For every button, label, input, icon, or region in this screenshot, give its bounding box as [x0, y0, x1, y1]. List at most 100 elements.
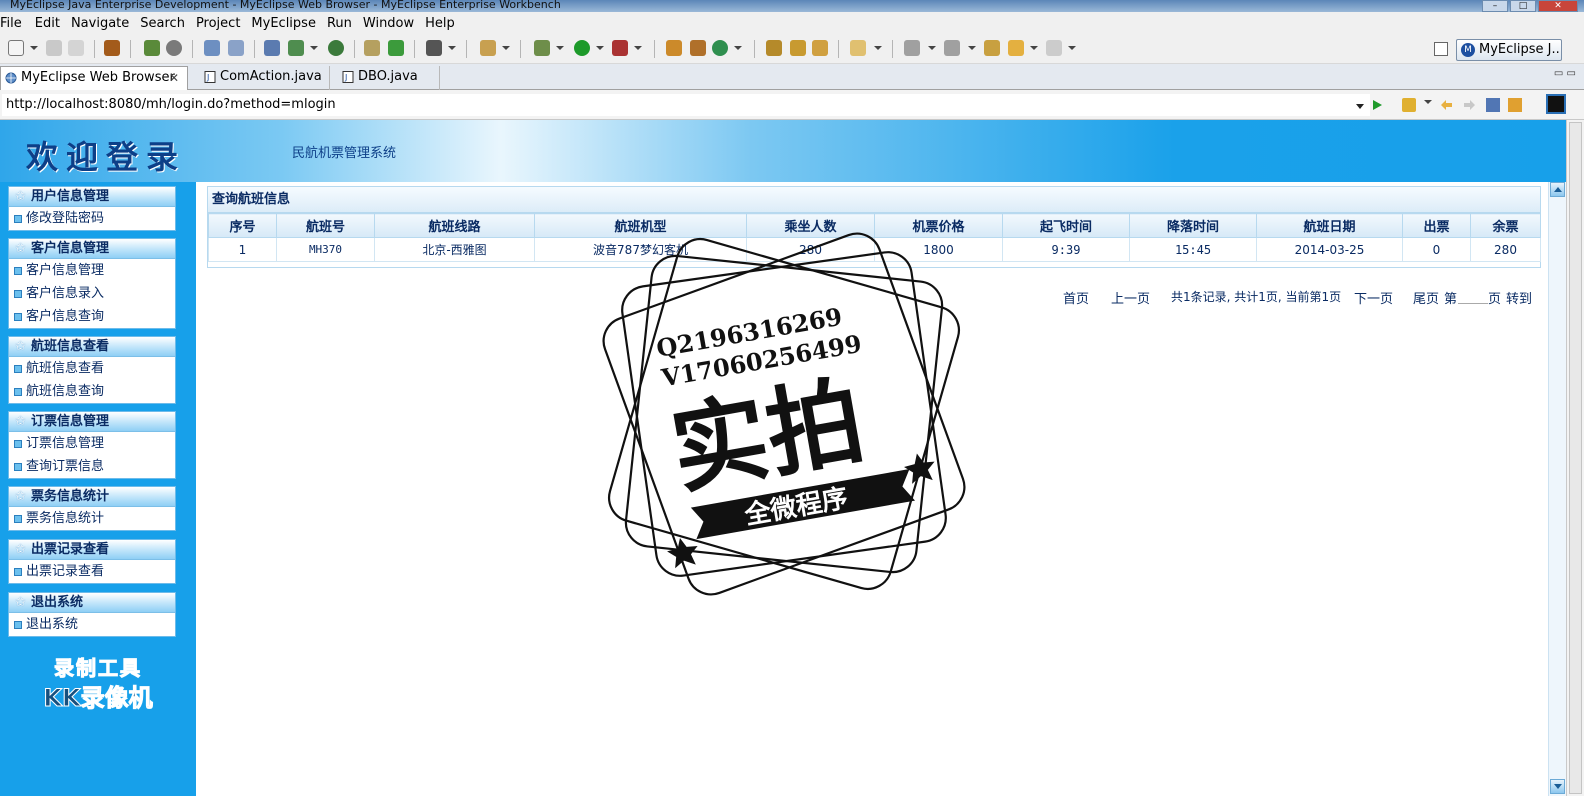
browser-stop-icon[interactable] [1486, 98, 1500, 112]
page-number-input[interactable] [1458, 286, 1488, 304]
menu-group-header[interactable]: ✩ 订票信息管理 [9, 412, 175, 432]
tab-comaction-java[interactable]: J ComAction.java [200, 66, 330, 90]
menu-help[interactable]: Help [421, 16, 462, 31]
close-button[interactable]: ✕ [1538, 0, 1578, 12]
sidebar-item-customer-query[interactable]: 客户信息查询 [9, 305, 175, 328]
connect-icon[interactable] [766, 40, 782, 56]
browser-scrollbar[interactable] [1566, 120, 1584, 796]
new-icon[interactable] [8, 40, 24, 56]
menu-myeclipse[interactable]: MyEclipse [247, 16, 323, 31]
menu-group-header[interactable]: ✩ 航班信息查看 [9, 337, 175, 357]
browser-view-icon[interactable] [1546, 94, 1566, 114]
menu-group-header[interactable]: ✩ 出票记录查看 [9, 540, 175, 560]
column-header: 航班机型 [534, 213, 747, 238]
last-edit-icon[interactable] [984, 40, 1000, 56]
sidebar-item-customer-entry[interactable]: 客户信息录入 [9, 282, 175, 305]
url-dropdown-icon[interactable] [1356, 104, 1364, 109]
scroll-up-button[interactable] [1550, 182, 1565, 197]
menu-file[interactable]: File [0, 16, 29, 31]
refresh-icon[interactable] [712, 40, 728, 56]
deploy-icon[interactable] [166, 40, 182, 56]
pager-last-link[interactable]: 尾页 [1413, 288, 1439, 307]
menu-navigate[interactable]: Navigate [67, 16, 136, 31]
next-annotation-icon[interactable] [904, 40, 920, 56]
export-icon[interactable] [288, 40, 304, 56]
new-dropdown-icon[interactable] [30, 46, 38, 50]
hierarchy-icon[interactable] [264, 40, 280, 56]
menu-run[interactable]: Run [323, 16, 359, 31]
save-icon[interactable] [46, 40, 62, 56]
pencil-icon[interactable] [790, 40, 806, 56]
tab-close-icon[interactable]: ✕ [169, 67, 179, 89]
maximize-button[interactable]: □ [1510, 0, 1536, 12]
open-folder-icon[interactable] [364, 40, 380, 56]
debug-icon[interactable] [534, 40, 550, 56]
pager-prev-link[interactable]: 上一页 [1111, 288, 1150, 307]
forward-icon[interactable] [1046, 40, 1062, 56]
sidebar-item-booking-manage[interactable]: 订票信息管理 [9, 432, 175, 455]
menu-group-header[interactable]: ✩ 票务信息统计 [9, 487, 175, 507]
sidebar-item-change-password[interactable]: 修改登陆密码 [9, 207, 175, 230]
open-type-icon[interactable] [666, 40, 682, 56]
browser-back-icon[interactable] [1440, 98, 1454, 112]
menu-group-booking: ✩ 订票信息管理 订票信息管理 查询订票信息 [8, 411, 176, 479]
tab-web-browser[interactable]: MyEclipse Web Browser ✕ [0, 66, 188, 90]
menu-window[interactable]: Window [359, 16, 421, 31]
tab-dbo-java[interactable]: J DBO.java [338, 66, 440, 90]
browser-forward-icon[interactable] [1462, 98, 1476, 112]
sidebar-item-ticket-stats[interactable]: 票务信息统计 [9, 507, 175, 530]
search-tool-icon[interactable] [228, 40, 244, 56]
debug-bug-icon[interactable] [144, 40, 160, 56]
prev-annotation-icon[interactable] [944, 40, 960, 56]
menu-search[interactable]: Search [136, 16, 192, 31]
menu-project[interactable]: Project [192, 16, 247, 31]
browser-refresh-icon[interactable] [1508, 98, 1522, 112]
java-file-icon: J [204, 71, 216, 83]
pager-next-link[interactable]: 下一页 [1354, 288, 1393, 307]
wizard-icon[interactable] [204, 40, 220, 56]
window-title-bar: MyEclipse Java Enterprise Development - … [0, 0, 1584, 12]
menu-edit[interactable]: Edit [29, 16, 67, 31]
globe-icon [5, 72, 17, 84]
url-field[interactable]: http://localhost:8080/mh/login.do?method… [2, 94, 1370, 116]
perspective-switcher[interactable]: M MyEclipse J... [1456, 39, 1562, 61]
browser-address-bar: http://localhost:8080/mh/login.do?method… [0, 90, 1584, 120]
add-server-icon[interactable] [388, 40, 404, 56]
package-icon[interactable] [812, 40, 828, 56]
content-scrollbar[interactable] [1548, 182, 1566, 796]
menu-group-header[interactable]: ✩ 退出系统 [9, 593, 175, 613]
menu-group-header[interactable]: ✩ 客户信息管理 [9, 239, 175, 259]
play-icon[interactable] [1370, 98, 1384, 112]
scroll-thumb[interactable] [1569, 122, 1582, 794]
sidebar-item-flight-query[interactable]: 航班信息查询 [9, 380, 175, 403]
sidebar-item-flight-view[interactable]: 航班信息查看 [9, 357, 175, 380]
save-all-icon[interactable] [68, 40, 84, 56]
sidebar-item-customer-manage[interactable]: 客户信息管理 [9, 259, 175, 282]
server-icon[interactable] [104, 40, 120, 56]
pager-go-link[interactable]: 转到 [1506, 288, 1532, 307]
favorites-icon[interactable] [1402, 98, 1416, 112]
bullet-icon [14, 440, 22, 448]
open-perspective-icon[interactable] [1434, 42, 1448, 56]
camera-icon[interactable] [426, 40, 442, 56]
back-icon[interactable] [1008, 40, 1024, 56]
folder-icon[interactable] [850, 40, 866, 56]
pager-first-link[interactable]: 首页 [1063, 288, 1089, 307]
open-resource-icon[interactable] [690, 40, 706, 56]
scroll-down-button[interactable] [1550, 779, 1565, 794]
main-toolbar: M MyEclipse J... [0, 34, 1584, 64]
new-class-icon[interactable] [480, 40, 496, 56]
sidebar-item-issue-record[interactable]: 出票记录查看 [9, 560, 175, 583]
tab-minmax-controls[interactable]: ▭ ▭ [1554, 68, 1576, 79]
external-tools-icon[interactable] [612, 40, 628, 56]
menu-group-header[interactable]: ✩ 用户信息管理 [9, 187, 175, 207]
recorder-watermark-line1: 录制工具 [54, 656, 142, 681]
sidebar-item-logout[interactable]: 退出系统 [9, 613, 175, 636]
svg-text:J: J [206, 73, 209, 82]
minimize-button[interactable]: – [1482, 0, 1508, 12]
table-row[interactable]: 1 MH370 北京-西雅图 波音787梦幻客机 280 1800 9:39 1… [208, 237, 1541, 262]
sidebar-item-booking-query[interactable]: 查询订票信息 [9, 455, 175, 478]
table-cell: 波音787梦幻客机 [534, 237, 747, 262]
globe-tool-icon[interactable] [328, 40, 344, 56]
run-icon[interactable] [574, 40, 590, 56]
